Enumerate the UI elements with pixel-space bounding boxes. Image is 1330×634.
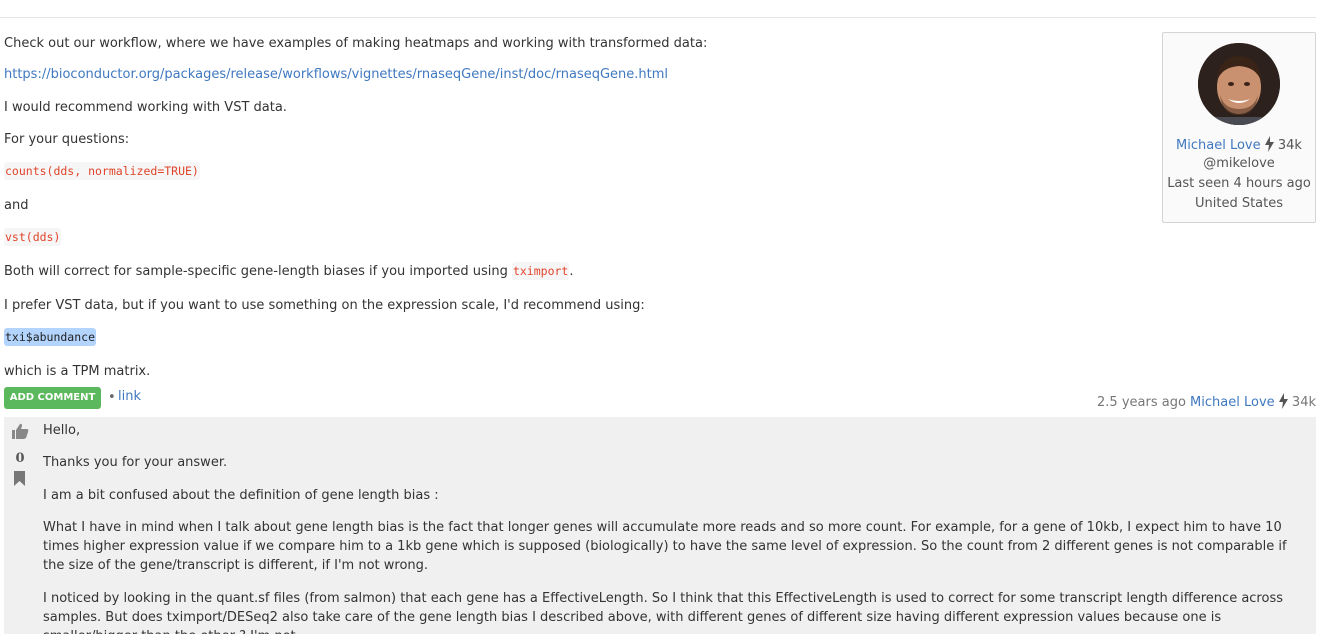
comment-p5: I noticed by looking in the quant.sf fil…: [43, 591, 1283, 634]
code-vst: vst(dds): [4, 228, 62, 246]
reputation-icon: [1278, 393, 1288, 415]
post-author[interactable]: Michael Love: [1190, 395, 1275, 410]
comment-p1: Hello,: [43, 423, 81, 438]
user-handle: @mikelove: [1203, 156, 1275, 171]
comment-p4: What I have in mind when I talk about ge…: [43, 520, 1287, 573]
action-separator: •: [108, 390, 116, 405]
vote-count: 0: [15, 451, 25, 466]
code-tximport: tximport: [511, 262, 570, 280]
answer-and: and: [4, 198, 29, 213]
user-name[interactable]: Michael Love: [1176, 138, 1261, 153]
answer-intro: Check out our workflow, where we have ex…: [4, 36, 708, 51]
post-meta: 2.5 years ago Michael Love 34k: [1097, 393, 1316, 415]
answer-prefer: I prefer VST data, but if you want to us…: [4, 298, 645, 313]
user-card: Michael Love 34k @mikelove Last seen 4 h…: [1162, 32, 1316, 223]
comment-p2: Thanks you for your answer.: [43, 455, 228, 470]
vote-column: 0: [10, 423, 30, 486]
bookmark-icon[interactable]: [14, 471, 25, 490]
workflow-link[interactable]: https://bioconductor.org/packages/releas…: [4, 67, 668, 82]
user-location: United States: [1194, 196, 1284, 211]
answer-both-text: Both will correct for sample-specific ge…: [4, 264, 512, 279]
permalink[interactable]: link: [118, 389, 141, 404]
code-counts: counts(dds, normalized=TRUE): [4, 162, 200, 180]
top-divider: [0, 17, 1316, 18]
comment-p3: I am a bit confused about the definition…: [43, 488, 439, 503]
comment-block: 0 Hello, Thanks you for your answer. I a…: [4, 417, 1316, 634]
answer-questions: For your questions:: [4, 132, 130, 147]
user-reputation: 34k: [1277, 138, 1302, 153]
add-comment-button[interactable]: ADD COMMENT: [4, 387, 101, 409]
answer-both-end: .: [569, 264, 574, 279]
answer-both: Both will correct for sample-specific ge…: [4, 262, 573, 281]
answer-tpm: which is a TPM matrix.: [4, 364, 151, 379]
thumbs-up-icon[interactable]: [10, 423, 30, 443]
user-last-seen: Last seen 4 hours ago: [1167, 176, 1311, 191]
code-abundance: txi$abundance: [4, 328, 97, 346]
post-age: 2.5 years ago: [1097, 395, 1186, 410]
post-author-reputation: 34k: [1291, 395, 1316, 410]
avatar[interactable]: [1198, 43, 1280, 125]
answer-recommend: I would recommend working with VST data.: [4, 100, 287, 115]
